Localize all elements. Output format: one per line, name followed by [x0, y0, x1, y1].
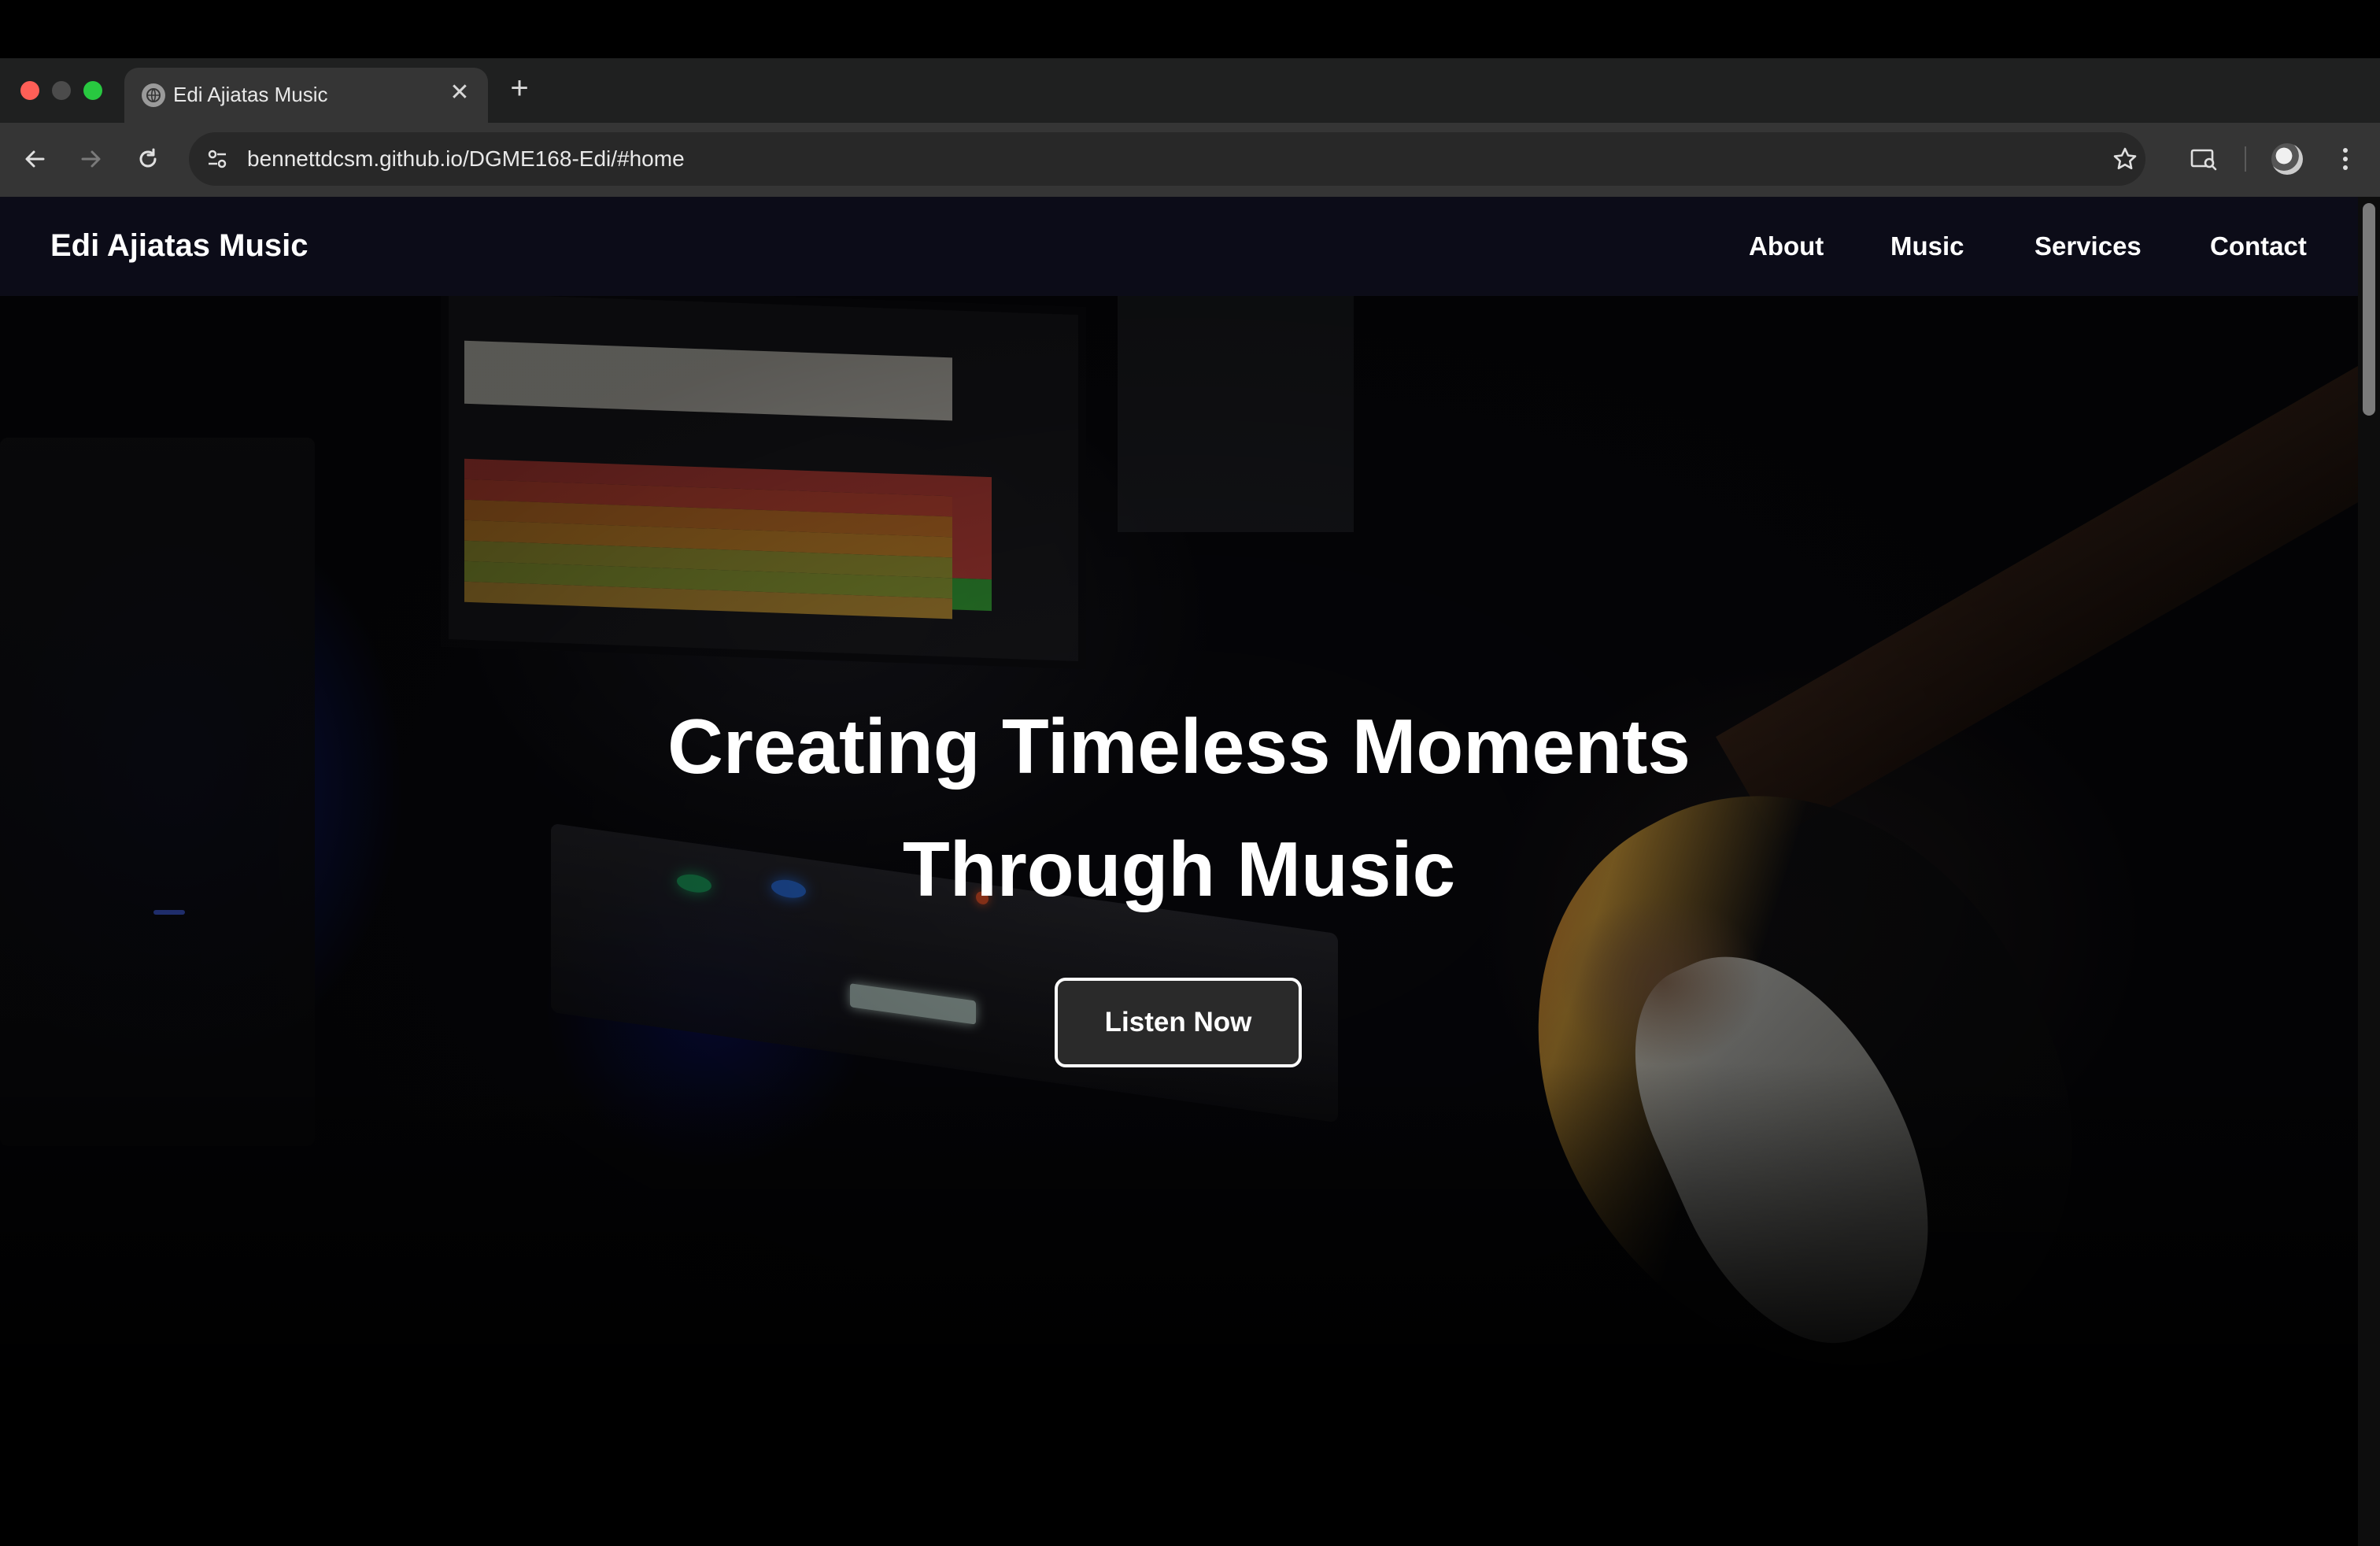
hero-bottom-fade [0, 1063, 2358, 1546]
zoom-window-button[interactable] [83, 81, 102, 100]
nav-link-music[interactable]: Music [1890, 231, 1964, 261]
url-text[interactable]: bennettdcsm.github.io/DGME168-Edi/#home [247, 146, 685, 172]
toolbar-divider [2245, 146, 2246, 172]
site-brand[interactable]: Edi Ajiatas Music [50, 228, 309, 264]
hero-title-line-2: Through Music [902, 826, 1456, 912]
listen-now-button[interactable]: Listen Now [1055, 978, 1302, 1067]
hero-title: Creating Timeless Moments Through Music [0, 685, 2358, 930]
tab-title: Edi Ajiatas Music [173, 83, 328, 106]
minimize-window-button[interactable] [52, 81, 71, 100]
browser-tab-active[interactable]: Edi Ajiatas Music ✕ [124, 68, 488, 123]
scrollbar-thumb[interactable] [2363, 203, 2375, 416]
star-icon[interactable] [2108, 142, 2142, 176]
kebab-menu-icon[interactable] [2328, 142, 2363, 176]
reload-icon[interactable] [131, 142, 165, 176]
new-tab-button[interactable]: + [504, 72, 535, 104]
arrow-right-icon[interactable] [74, 142, 109, 176]
nav-link-about[interactable]: About [1749, 231, 1824, 261]
profile-avatar[interactable] [2271, 143, 2303, 175]
cast-search-icon[interactable] [2186, 142, 2221, 176]
close-tab-icon[interactable]: ✕ [445, 79, 474, 107]
site-navbar: Edi Ajiatas Music About Music Services C… [0, 197, 2358, 296]
page-viewport: Edi Ajiatas Music About Music Services C… [0, 197, 2380, 1546]
arrow-left-icon[interactable] [17, 142, 52, 176]
nav-link-services[interactable]: Services [2034, 231, 2142, 261]
globe-icon [142, 83, 165, 107]
close-window-button[interactable] [20, 81, 39, 100]
nav-link-contact[interactable]: Contact [2210, 231, 2307, 261]
hero-title-line-1: Creating Timeless Moments [667, 703, 1691, 790]
macos-top-bar [0, 0, 2380, 58]
tune-icon[interactable] [201, 143, 233, 175]
